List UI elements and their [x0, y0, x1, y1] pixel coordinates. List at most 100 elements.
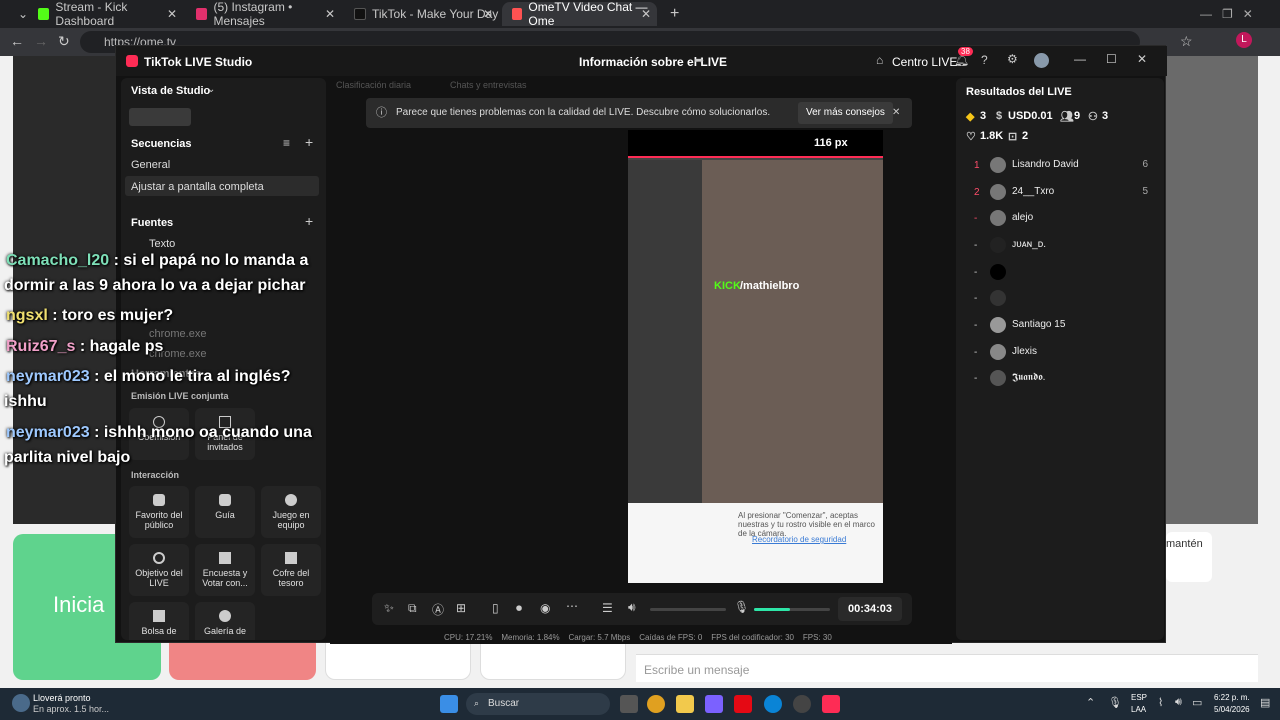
- interaction-tile[interactable]: Encuesta y Votar con...: [195, 544, 255, 596]
- vertical-layout-button[interactable]: [129, 108, 191, 126]
- close-icon[interactable]: ✕: [1137, 52, 1147, 66]
- horizontal-layout-button[interactable]: [193, 108, 255, 126]
- share-icon[interactable]: ➦: [694, 53, 704, 67]
- ranking-row[interactable]: - ᴊᴜᴀɴ_ᴅ.: [966, 236, 1156, 256]
- chevron-up-icon[interactable]: ⌃: [1086, 696, 1095, 709]
- avatar[interactable]: [1034, 53, 1049, 68]
- settings-sliders-icon[interactable]: ☰: [602, 601, 613, 615]
- minimize-icon[interactable]: —: [1074, 52, 1086, 66]
- task-view-icon[interactable]: [620, 695, 638, 713]
- close-icon[interactable]: ✕: [325, 7, 335, 21]
- forward-icon[interactable]: →: [34, 33, 48, 49]
- ranking-row[interactable]: - Santiago 15: [966, 316, 1156, 336]
- phone-icon[interactable]: ▯: [492, 601, 499, 615]
- volume-icon[interactable]: 🔊︎: [1175, 696, 1182, 709]
- tab-list-button[interactable]: ⌄: [8, 2, 28, 26]
- more-tips-button[interactable]: Ver más consejos: [798, 102, 893, 124]
- back-icon[interactable]: ←: [10, 33, 24, 49]
- netflix-icon[interactable]: [734, 695, 752, 713]
- source-item[interactable]: Texto: [149, 238, 175, 250]
- gear-icon[interactable]: ⚙: [1007, 52, 1018, 66]
- microphone-icon[interactable]: 🎙︎: [1108, 696, 1122, 709]
- wifi-icon[interactable]: ⌇: [1158, 696, 1163, 709]
- tab-tiktok[interactable]: TikTok - Make Your Day ✕: [344, 2, 499, 26]
- centro-live-button[interactable]: Centro LIVE: [892, 55, 957, 69]
- speaker-icon[interactable]: 🔊︎: [628, 600, 636, 615]
- new-tab-button[interactable]: +: [660, 2, 680, 26]
- add-source-icon[interactable]: +: [305, 213, 313, 229]
- ranking-row[interactable]: - Jlexis: [966, 343, 1156, 363]
- mic-slider[interactable]: [754, 608, 830, 611]
- close-icon[interactable]: ✕: [483, 7, 493, 21]
- ranking-row[interactable]: 2 24__Txro 5: [966, 183, 1156, 203]
- auto-icon[interactable]: Ⓐ: [432, 601, 444, 618]
- language-code[interactable]: ESP: [1131, 693, 1147, 702]
- interaction-tile[interactable]: Guía: [195, 486, 255, 538]
- battery-icon[interactable]: ▭: [1192, 696, 1202, 709]
- layers-icon[interactable]: ⧉: [408, 601, 417, 616]
- tab-chats[interactable]: Chats y entrevistas: [450, 80, 527, 90]
- gifts-count: 2: [1022, 130, 1029, 142]
- locked-layout-button[interactable]: [257, 108, 319, 126]
- window-controls[interactable]: — ❐ ✕: [1190, 2, 1270, 26]
- tab-ometv[interactable]: OmeTV Video Chat — Ome ✕: [502, 0, 657, 28]
- interaction-tile[interactable]: Bolsa de: [129, 602, 189, 640]
- ranking-row[interactable]: -: [966, 263, 1156, 283]
- close-icon[interactable]: ✕: [641, 7, 651, 21]
- focus-icon[interactable]: ◉: [540, 601, 550, 615]
- tiktok-live-studio-icon[interactable]: [822, 695, 840, 713]
- interaction-tile[interactable]: Objetivo del LIVE: [129, 544, 189, 596]
- message-placeholder: Escribe un mensaje: [644, 663, 750, 677]
- close-icon[interactable]: ✕: [167, 7, 177, 21]
- interaction-tile[interactable]: Juego en equipo: [261, 486, 321, 538]
- message-input[interactable]: Escribe un mensaje: [636, 654, 1258, 682]
- volume-slider[interactable]: [650, 608, 726, 611]
- taskbar-search[interactable]: Buscar: [466, 693, 610, 715]
- studio-view-dropdown[interactable]: Vista de Studio: [131, 85, 210, 97]
- ranking-row[interactable]: -: [966, 289, 1156, 309]
- sequence-item[interactable]: General: [131, 159, 170, 171]
- ranking-row[interactable]: - alejo: [966, 209, 1156, 229]
- profile-avatar[interactable]: L: [1236, 32, 1252, 48]
- tile-label: Favorito del público: [135, 510, 183, 530]
- windows-taskbar: Lloverá pronto En aprox. 1.5 hor... Busc…: [0, 688, 1280, 720]
- file-explorer-icon[interactable]: [676, 695, 694, 713]
- interaction-tile[interactable]: Cofre del tesoro: [261, 544, 321, 596]
- copilot-icon[interactable]: [705, 695, 723, 713]
- help-icon[interactable]: ?: [981, 53, 988, 67]
- list-icon[interactable]: ≡: [283, 136, 290, 150]
- tab-kick[interactable]: Stream - Kick Dashboard ✕: [28, 0, 183, 28]
- tab-daily-ranking[interactable]: Clasificación diaria: [336, 80, 411, 90]
- close-icon[interactable]: ✕: [892, 98, 900, 128]
- interaction-tile[interactable]: Favorito del público: [129, 486, 189, 538]
- home-icon[interactable]: ⌂: [876, 53, 883, 67]
- maximize-icon[interactable]: ☐: [1106, 52, 1117, 66]
- more-icon[interactable]: ⋯: [566, 599, 578, 613]
- ranking-row[interactable]: - 𝕵𝖚𝖆𝖓𝖉𝖔.: [966, 369, 1156, 389]
- add-sequence-icon[interactable]: +: [305, 134, 313, 150]
- sequence-item-selected[interactable]: Ajustar a pantalla completa: [125, 176, 319, 196]
- microphone-icon[interactable]: 🎙︎: [734, 600, 749, 614]
- ranking-row[interactable]: 1 Lisandro David 6: [966, 156, 1156, 176]
- record-icon[interactable]: ⏺: [516, 601, 522, 616]
- notifications-icon[interactable]: ▤: [1260, 696, 1270, 709]
- clock-time[interactable]: 6:22 p. m.: [1214, 693, 1250, 702]
- interaction-tile[interactable]: Galería de: [195, 602, 255, 640]
- sequences-heading: Secuencias: [131, 138, 192, 150]
- bookmark-star-icon[interactable]: ☆: [1180, 33, 1193, 50]
- live-info-button[interactable]: Información sobre el LIVE: [579, 55, 727, 69]
- windows-start-icon[interactable]: [440, 695, 458, 713]
- browser-tab-bar: ⌄ Stream - Kick Dashboard ✕ (5) Instagra…: [0, 0, 1280, 28]
- stream-canvas[interactable]: 116 px KICK /mathielbro Al presionar "Co…: [628, 130, 883, 583]
- screen-icon[interactable]: ⊞: [456, 601, 466, 615]
- obs-icon[interactable]: [793, 695, 811, 713]
- chat-text: dormir a las 9 ahora lo va a dejar picha…: [4, 277, 306, 294]
- chrome-icon[interactable]: [647, 695, 665, 713]
- edge-icon[interactable]: [764, 695, 782, 713]
- effects-icon[interactable]: ✨︎: [384, 601, 394, 616]
- weather-icon[interactable]: [12, 694, 30, 712]
- rank: -: [974, 267, 978, 278]
- avatar: [990, 237, 1006, 253]
- reload-icon[interactable]: ↻: [58, 33, 70, 50]
- tab-instagram[interactable]: (5) Instagram • Mensajes ✕: [186, 0, 341, 28]
